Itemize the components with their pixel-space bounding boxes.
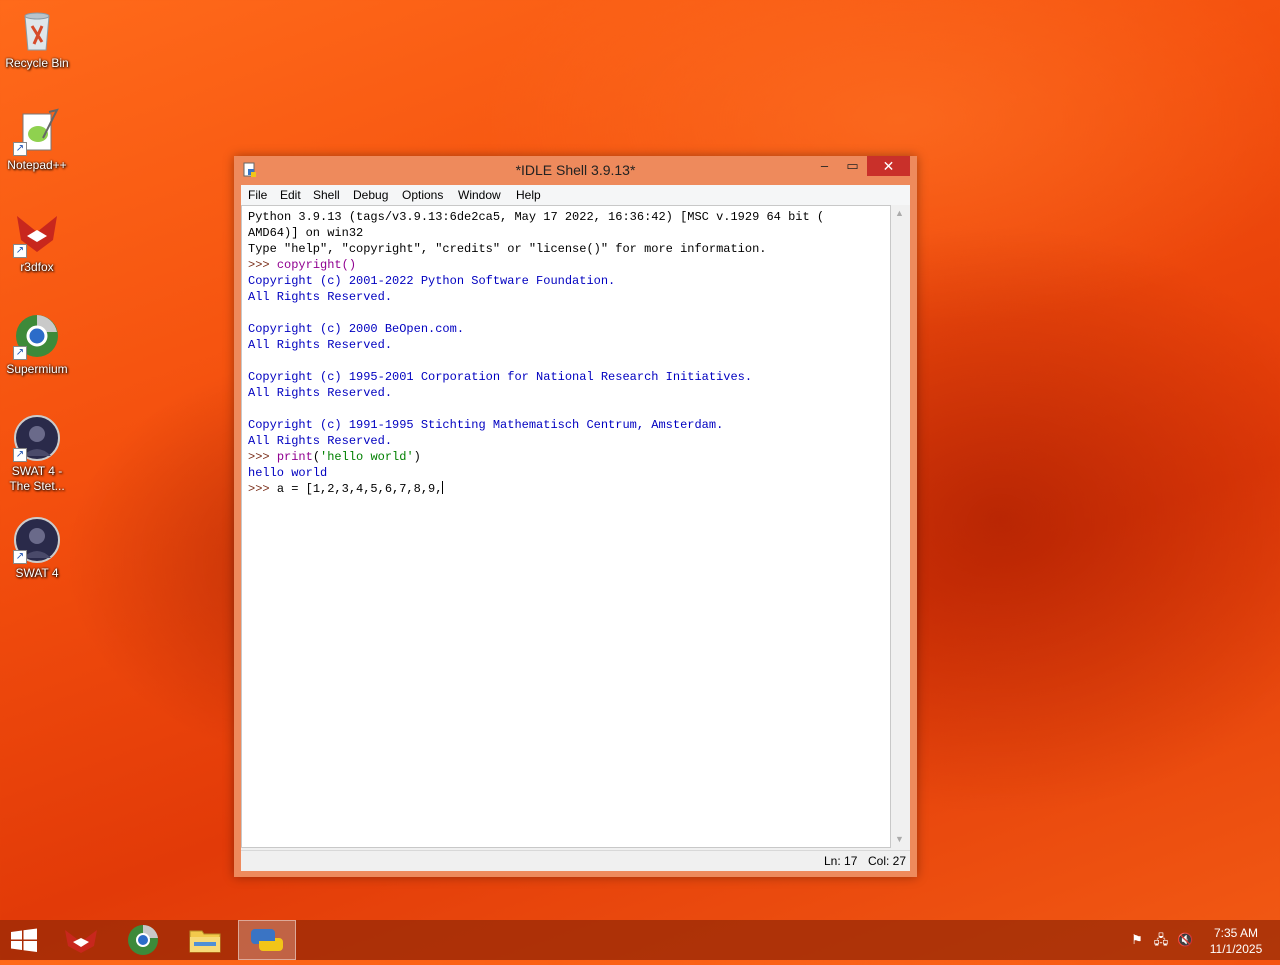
shortcut-arrow-icon: ↗ [13, 448, 27, 462]
shell-text-area[interactable]: Python 3.9.13 (tags/v3.9.13:6de2ca5, May… [241, 205, 891, 848]
taskbar-file-explorer[interactable] [176, 920, 234, 960]
shortcut-arrow-icon: ↗ [13, 244, 27, 258]
desktop-icon-label: Notepad++ [7, 158, 67, 172]
desktop-icon-swat4-stetchkov[interactable]: ↗ SWAT 4 - The Stet... [2, 414, 72, 494]
command-paren: ) [413, 450, 421, 464]
notepad-plus-plus-icon: ↗ [13, 108, 61, 156]
network-icon[interactable]: 🖧 [1153, 932, 1169, 948]
r3dfox-icon: ↗ [13, 210, 61, 258]
minimize-button[interactable]: – [811, 156, 838, 176]
command-func: print [276, 450, 313, 464]
output-line: All Rights Reserved. [248, 386, 393, 400]
command-paren: ( [312, 450, 321, 464]
desktop-icon-label: r3dfox [20, 260, 54, 274]
output-line: All Rights Reserved. [248, 338, 393, 352]
banner-line: Python 3.9.13 (tags/v3.9.13:6de2ca5, May… [248, 210, 825, 224]
desktop-icon-label: SWAT 4 - The Stet... [9, 464, 65, 493]
shortcut-arrow-icon: ↗ [13, 346, 27, 360]
desktop-icon-label: Recycle Bin [5, 56, 69, 70]
banner-line: Type "help", "copyright", "credits" or "… [248, 242, 767, 256]
text-cursor [442, 481, 444, 494]
command-text: copyright() [276, 258, 357, 272]
folder-icon [189, 930, 221, 953]
menu-options[interactable]: Options [402, 188, 443, 202]
taskbar-clock[interactable]: 7:35 AM 11/1/2025 [1200, 925, 1272, 957]
r3dfox-icon [65, 930, 97, 953]
menu-debug[interactable]: Debug [353, 188, 388, 202]
menu-window[interactable]: Window [458, 188, 501, 202]
menu-shell[interactable]: Shell [313, 188, 340, 202]
clock-date: 11/1/2025 [1209, 942, 1263, 956]
prompt-line: >>> print('hello world') [248, 449, 421, 465]
window-titlebar[interactable]: *IDLE Shell 3.9.13* – ▭ ✕ [234, 156, 917, 185]
shortcut-arrow-icon: ↗ [13, 550, 27, 564]
menu-help[interactable]: Help [516, 188, 541, 202]
desktop-icon-recycle-bin[interactable]: Recycle Bin [2, 6, 72, 71]
status-bar: Ln: 17 Col: 27 [241, 850, 910, 871]
clock-time: 7:35 AM [1213, 926, 1259, 940]
output-line: Copyright (c) 2001-2022 Python Software … [248, 274, 616, 288]
swat4-icon: ↗ [13, 414, 61, 462]
vertical-scrollbar[interactable]: ▲ ▼ [891, 205, 908, 848]
desktop-icon-r3dfox[interactable]: ↗ r3dfox [2, 210, 72, 275]
shell-prompt: >>> [248, 258, 277, 272]
status-line-number: Ln: 17 [824, 854, 858, 868]
start-button[interactable] [0, 920, 58, 960]
maximize-button[interactable]: ▭ [839, 156, 866, 176]
idle-shell-window: *IDLE Shell 3.9.13* – ▭ ✕ File Edit Shel… [234, 156, 917, 877]
close-button[interactable]: ✕ [867, 156, 910, 176]
taskbar: ⚑ 🖧 🔇 7:35 AM 11/1/2025 [0, 920, 1280, 960]
volume-muted-icon[interactable]: 🔇 [1177, 932, 1193, 948]
desktop-icon-supermium[interactable]: ↗ Supermium [2, 312, 72, 377]
taskbar-supermium[interactable] [114, 920, 172, 960]
menu-bar: File Edit Shell Debug Options Window Hel… [241, 185, 910, 205]
windows-logo-icon [11, 928, 37, 952]
desktop-icon-notepad-plus-plus[interactable]: ↗ Notepad++ [2, 108, 72, 173]
scroll-down-icon[interactable]: ▼ [891, 831, 908, 848]
supermium-icon [128, 924, 158, 955]
desktop-icon-swat4[interactable]: ↗ SWAT 4 [2, 516, 72, 581]
desktop-icon-label: SWAT 4 [15, 566, 59, 580]
menu-file[interactable]: File [248, 188, 267, 202]
output-line: Copyright (c) 2000 BeOpen.com. [248, 322, 465, 336]
recycle-bin-icon [13, 6, 61, 54]
prompt-line: >>> copyright() [248, 257, 356, 273]
prompt-line: >>> a = [1,2,3,4,5,6,7,8,9, [248, 481, 444, 497]
command-text: a = [1,2,3,4,5,6,7,8,9, [276, 482, 443, 496]
output-line: hello world [248, 466, 328, 480]
action-center-flag-icon[interactable]: ⚑ [1129, 932, 1145, 948]
scroll-up-icon[interactable]: ▲ [891, 205, 908, 222]
shell-prompt: >>> [248, 450, 277, 464]
taskbar-idle-python[interactable] [238, 920, 296, 960]
swat4-icon: ↗ [13, 516, 61, 564]
output-line: Copyright (c) 1991-1995 Stichting Mathem… [248, 418, 724, 432]
shell-prompt: >>> [248, 482, 277, 496]
supermium-icon: ↗ [13, 312, 61, 360]
desktop-icon-label: Supermium [6, 362, 68, 376]
status-column-number: Col: 27 [868, 854, 907, 868]
window-client-area: File Edit Shell Debug Options Window Hel… [241, 185, 910, 871]
taskbar-r3dfox[interactable] [52, 920, 110, 960]
shortcut-arrow-icon: ↗ [13, 142, 27, 156]
menu-edit[interactable]: Edit [280, 188, 301, 202]
python-icon [251, 929, 283, 951]
output-line: All Rights Reserved. [248, 290, 393, 304]
command-string: 'hello world' [320, 450, 414, 464]
output-line: Copyright (c) 1995-2001 Corporation for … [248, 370, 753, 384]
banner-line: AMD64)] on win32 [248, 226, 364, 240]
output-line: All Rights Reserved. [248, 434, 393, 448]
